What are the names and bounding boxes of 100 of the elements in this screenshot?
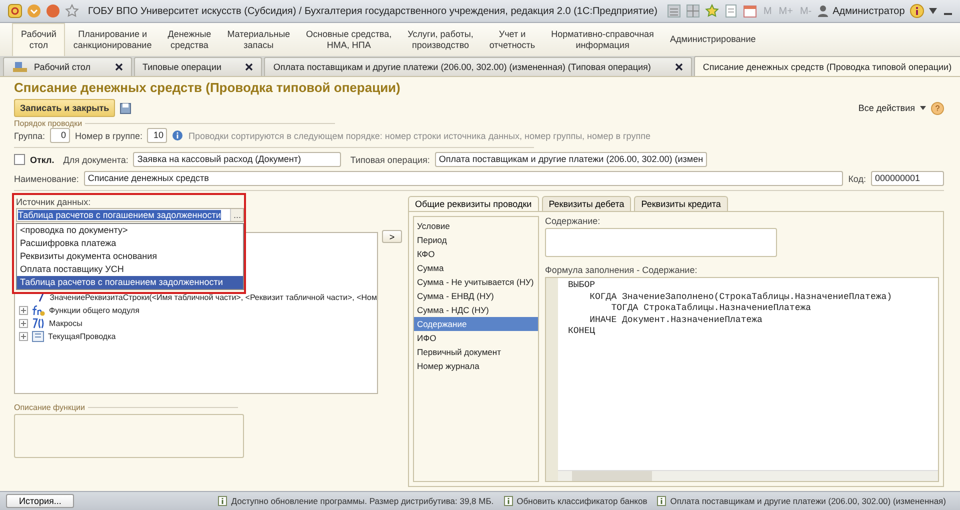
requisite-item[interactable]: Номер журнала [414,359,538,373]
group-label: Группа: [14,130,46,140]
requisite-item[interactable]: Условие [414,219,538,233]
requisite-item[interactable]: Период [414,233,538,247]
horizontal-scrollbar[interactable] [558,470,938,481]
status-notice[interactable]: Оплата поставщикам и другие платежи (206.00, 302.00) (измененная) [670,496,946,506]
floppy-icon[interactable] [120,102,132,114]
expand-icon[interactable] [19,332,28,341]
document-field[interactable]: Заявка на кассовый расход (Документ) [133,152,342,167]
code-line: ВЫБОР [568,280,596,292]
user-name[interactable]: Администратор [832,6,905,16]
desk-icon [12,61,28,73]
help-button[interactable]: ? [931,102,944,114]
section-tab[interactable]: Материальные запасы [219,23,298,56]
info-icon [657,496,666,506]
requisite-item[interactable]: Содержание [414,317,538,331]
dropdown-option[interactable]: Оплата поставщику УСН [17,263,243,276]
detail-tab[interactable]: Общие реквизиты проводки [408,196,539,211]
status-notice[interactable]: Обновить классификатор банков [516,496,648,506]
tree-item[interactable]: Макросы [49,319,82,328]
module-icon [32,305,45,316]
tree-item[interactable]: ЗначениеРеквизитаСтроки(<Имя табличной части>, <Реквизит табличной части>, <Ном [50,293,377,302]
group-legend: Порядок проводки [14,119,82,128]
user-icon [818,5,828,17]
section-tab[interactable]: Учет и отчетность [481,23,544,56]
caret-icon[interactable] [928,8,937,14]
code-line: ИНАЧЕ Документ.НазначениеПлатежа [588,314,764,326]
code-label: Код: [848,174,866,184]
number-label: Номер в группе: [75,130,142,140]
document-icon[interactable] [724,4,738,18]
formula-editor[interactable]: ВЫБОР КОГДА ЗначениеЗаполнено(СтрокаТаблицы.НазначениеПлатежа) ТОГДА СтрокаТаблицы.НазначениеПлатежа ИНАЧЕ Документ.НазначениеПлатежа КОНЕЦ [545,277,939,482]
close-icon[interactable] [114,63,122,71]
grid-icon[interactable] [686,4,700,18]
section-tab[interactable]: Денежные средства [160,23,220,56]
requisite-item[interactable]: ИФО [414,331,538,345]
requisite-item[interactable]: Первичный документ [414,345,538,359]
dropdown-option[interactable]: <проводка по документу> [17,224,243,237]
dropdown-option[interactable]: Таблица расчетов с погашением задолженности [17,276,243,289]
dropdown-option[interactable]: Реквизиты документа основания [17,250,243,263]
requisite-item[interactable]: Сумма - Не учитывается (НУ) [414,275,538,289]
requisite-item[interactable]: Сумма [414,261,538,275]
section-tab[interactable]: Администрирование [662,23,764,56]
window-title: ГОБУ ВПО Университет искусств (Субсидия) / Бухгалтерия государственного учреждения, редакция 2.0 (1С:Предприятие) [88,6,658,16]
formula-label: Формула заполнения - Содержание: [545,265,698,275]
star-icon[interactable] [65,4,79,18]
section-tab[interactable]: Планирование и санкционирование [65,23,160,56]
history-button[interactable]: История... [6,494,74,508]
source-field[interactable]: Таблица расчетов с погашением задолженности ... [16,208,244,222]
requisite-item[interactable]: Сумма - НДС (НУ) [414,303,538,317]
function-icon [37,292,46,303]
menu-icon[interactable] [27,4,41,18]
source-label: Источник данных: [16,197,92,207]
close-icon[interactable] [674,63,683,71]
code-line: КОНЕЦ [568,326,596,338]
disabled-label: Откл. [30,154,54,164]
code-line: КОГДА ЗначениеЗаполнено(СтрокаТаблицы.НазначениеПлатежа) [588,292,894,303]
macros-icon [32,318,45,329]
detail-tab[interactable]: Реквизиты дебета [542,196,632,211]
dropdown-option[interactable]: Расшифровка платежа [17,237,243,250]
document-tab[interactable]: Оплата поставщикам и другие платежи (206.00, 302.00) (измененная) (Типовая операция) [264,57,692,76]
expand-icon[interactable] [19,306,28,315]
requisite-item[interactable]: Сумма - ЕНВД (НУ) [414,289,538,303]
section-tab[interactable]: Основные средства, НМА, НПА [298,23,400,56]
close-icon[interactable] [245,63,254,71]
document-label: Для документа: [63,154,128,164]
section-tab[interactable]: Нормативно-справочная информация [543,23,662,56]
info-icon [172,130,184,141]
choose-button[interactable]: ... [230,209,243,221]
requisite-item[interactable]: КФО [414,247,538,261]
table-icon [32,331,44,342]
detail-tab[interactable]: Реквизиты кредита [634,196,728,211]
status-notice[interactable]: Доступно обновление программы. Размер дистрибутива: 39,8 МБ. [231,496,494,506]
circle-icon[interactable] [46,4,60,18]
caret-icon[interactable] [920,106,926,110]
description-legend: Описание функции [14,403,85,412]
info-icon[interactable] [910,4,924,18]
code-line: ТОГДА СтрокаТаблицы.НазначениеПлатежа [610,303,812,314]
name-label: Наименование: [14,174,79,184]
all-actions-menu[interactable]: Все действия [858,103,915,113]
group-field[interactable]: 0 [50,128,70,143]
code-field[interactable]: 000000001 [871,171,944,186]
tree-item[interactable]: ТекущаяПроводка [48,332,116,341]
expand-icon[interactable] [19,319,28,328]
save-close-button[interactable]: Записать и закрыть [14,99,116,117]
calendar-icon[interactable] [743,4,758,18]
operation-field[interactable]: Оплата поставщикам и другие платежи (206.00, 302.00) (измен [434,152,708,167]
document-tab[interactable]: Типовые операции [134,57,262,76]
content-field[interactable] [545,228,777,257]
move-button[interactable]: > [382,230,402,243]
document-tab[interactable]: Списание денежных средств (Проводка типовой операции) [694,56,960,76]
tree-item[interactable]: Функции общего модуля [49,306,140,315]
name-field[interactable]: Списание денежных средств [84,171,844,186]
logo-icon[interactable] [8,4,22,18]
section-tab[interactable]: Рабочий стол [12,23,66,56]
sorting-hint: Проводки сортируются в следующем порядке: номер строки источника данных, номер группы, номер в группе [188,130,650,140]
document-tab[interactable]: Рабочий стол [3,57,132,76]
content-label: Содержание: [545,216,600,226]
star-icon[interactable] [705,4,720,18]
number-field[interactable]: 10 [147,128,168,143]
section-tab[interactable]: Услуги, работы, производство [400,23,482,56]
